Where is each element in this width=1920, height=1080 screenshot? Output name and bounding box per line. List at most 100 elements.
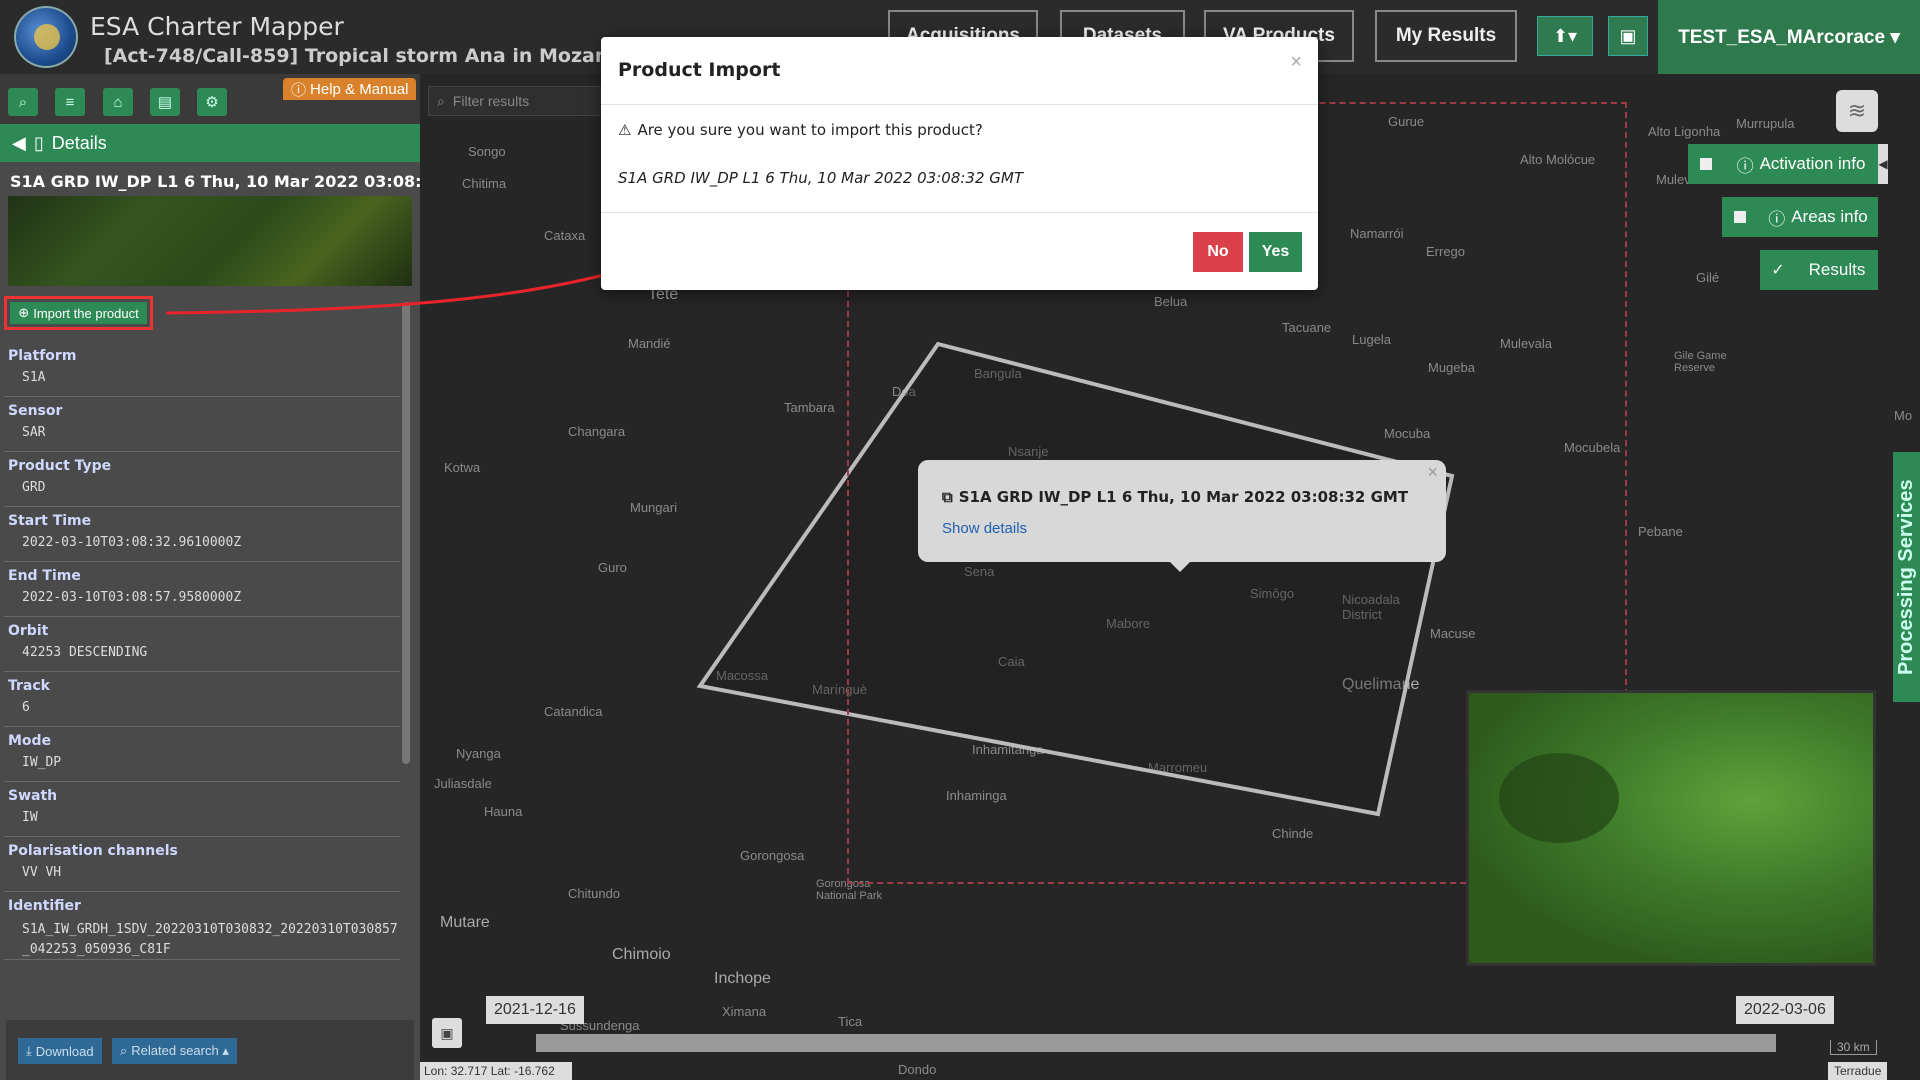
field-value: IW_DP [22,755,62,770]
timeline-toggle-button[interactable]: ▣ [432,1018,462,1048]
dialog-product-name: S1A GRD IW_DP L1 6 Thu, 10 Mar 2022 03:0… [618,169,1023,187]
close-icon[interactable]: × [1427,462,1438,483]
activation-info-button[interactable]: ⓘ Activation info [1724,144,1878,184]
field-mode: Mode IW_DP [4,727,400,782]
timeline-slider[interactable] [536,1034,1776,1052]
archive-icon: ▤ [157,94,173,111]
results-checkbox[interactable]: ✓ [1760,250,1796,290]
field-value: SAR [22,425,46,440]
dialog-body: ⚠ Are you sure you want to import this p… [601,105,1318,213]
help-label: Help & Manual [310,80,409,98]
related-label: Related search ▴ [131,1043,229,1058]
details-header: ◀ ▯ Details [0,124,420,162]
settings-tool-button[interactable]: ⚙ [197,88,227,116]
nav-my-results-button[interactable]: My Results [1375,10,1517,62]
search-tool-button[interactable]: ⌕ [8,88,38,116]
show-details-link[interactable]: Show details [942,520,1027,537]
upload-menu-button[interactable]: ⬆▾ [1537,16,1593,56]
filter-results-input[interactable]: ⌕ Filter results [428,86,608,116]
field-label: Swath [8,788,58,804]
filter-placeholder: Filter results [452,93,530,109]
field-polarisation: Polarisation channels VV VH [4,837,400,892]
dialog-header: Product Import × [601,37,1318,105]
field-platform: Platform S1A [4,342,400,397]
field-label: Orbit [8,623,49,639]
field-start-time: Start Time 2022-03-10T03:08:32.9610000Z [4,507,400,562]
related-search-button[interactable]: ⌕ Related search ▴ [112,1038,237,1064]
search-icon: ⌕ [437,92,445,109]
field-label: Platform [8,348,77,364]
no-button[interactable]: No [1193,232,1243,272]
popup-title-row: ⧉ S1A GRD IW_DP L1 6 Thu, 10 Mar 2022 03… [942,488,1408,506]
archive-tool-button[interactable]: ▤ [150,88,180,116]
field-label: Product Type [8,458,112,474]
help-manual-button[interactable]: ⓘ Help & Manual [283,78,417,100]
product-import-dialog: Product Import × ⚠ Are you sure you want… [601,37,1318,290]
basket-tool-button[interactable]: ⌂ [103,88,133,116]
charter-logo-icon [14,6,78,68]
search-icon: ⌕ [120,1043,128,1058]
import-highlight: ⊕ Import the product [4,296,153,330]
back-arrow-icon[interactable]: ◀ [12,133,26,154]
gear-icon: ⚙ [205,94,219,111]
field-label: Mode [8,733,52,749]
import-product-button[interactable]: ⊕ Import the product [10,302,147,324]
document-icon: ▯ [33,132,44,153]
field-product-type: Product Type GRD [4,452,400,507]
product-title: S1A GRD IW_DP L1 6 Thu, 10 Mar 2022 03:0… [10,172,490,191]
dialog-title: Product Import [618,59,781,81]
field-value: GRD [22,480,46,495]
app-title: ESA Charter Mapper [90,12,344,41]
upload-icon: ⬆▾ [1552,25,1578,46]
dialog-question: Are you sure you want to import this pro… [637,121,983,139]
activation-info-label: Activation info [1759,154,1866,173]
chevron-left-icon: ◀ [1878,157,1888,171]
footprint-icon: ⧉ [942,488,953,506]
product-popup: ⧉ S1A GRD IW_DP L1 6 Thu, 10 Mar 2022 03… [918,460,1446,572]
areas-info-label: Areas info [1791,207,1868,226]
info-icon: ⓘ [1768,209,1786,229]
field-value: 42253 DESCENDING [22,645,148,660]
basket-icon: ⌂ [113,93,123,111]
yes-button[interactable]: Yes [1249,232,1302,272]
plus-circle-icon: ⊕ [18,305,30,320]
info-icon: ⓘ [1736,156,1754,176]
timeline-end-date: 2022-03-06 [1736,996,1834,1024]
field-label: Identifier [8,898,81,914]
processing-services-tab[interactable]: Processing Services [1893,452,1920,702]
list-icon: ≡ [65,93,75,111]
field-value: 2022-03-10T03:08:32.9610000Z [22,535,242,550]
popup-title: S1A GRD IW_DP L1 6 Thu, 10 Mar 2022 03:0… [958,488,1409,506]
timeline-start-date: 2021-12-16 [486,996,584,1024]
details-label: Details [51,132,107,153]
field-label: Polarisation channels [8,843,178,859]
field-label: Sensor [8,403,63,419]
field-track: Track 6 [4,672,400,727]
results-button[interactable]: Results [1796,250,1878,290]
layers-icon: ≋ [1847,98,1867,123]
activation-info-checkbox[interactable] [1688,144,1724,184]
product-preview-image [1466,690,1876,966]
details-scrollbar[interactable] [402,302,410,764]
field-value: 6 [22,700,30,715]
field-identifier: Identifier S1A_IW_GRDH_1SDV_20220310T030… [4,892,400,960]
layers-button[interactable]: ≋ [1836,90,1878,132]
close-icon[interactable]: × [1290,51,1302,74]
areas-info-checkbox[interactable] [1722,197,1758,237]
areas-info-button[interactable]: ⓘ Areas info [1758,197,1878,237]
metadata-list: Platform S1A Sensor SAR Product Type GRD… [0,342,400,960]
briefcase-icon: ▣ [1619,25,1637,46]
field-swath: Swath IW [4,782,400,837]
list-tool-button[interactable]: ≡ [55,88,85,116]
field-end-time: End Time 2022-03-10T03:08:57.9580000Z [4,562,400,617]
briefcase-button[interactable]: ▣ [1608,16,1648,56]
cursor-coordinates: Lon: 32.717 Lat: -16.762 [420,1062,572,1080]
import-label: Import the product [33,305,139,321]
collapse-right-button[interactable]: ◀ [1878,144,1888,184]
field-orbit: Orbit 42253 DESCENDING [4,617,400,672]
download-button[interactable]: ⤓ Download [18,1038,102,1064]
user-menu[interactable]: TEST_ESA_MArcorace ▾ [1658,0,1920,74]
warning-icon: ⚠ [618,121,632,139]
product-thumbnail [8,196,412,286]
field-value: VV VH [22,865,62,880]
